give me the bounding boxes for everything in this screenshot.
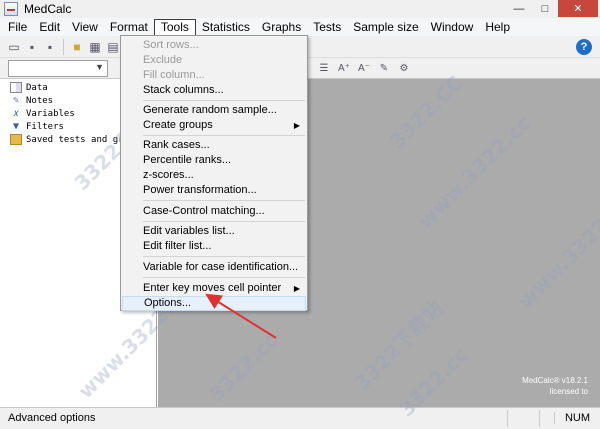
filter-icon: ▼	[12, 121, 20, 132]
window-title: MedCalc	[24, 2, 72, 16]
variable-combo[interactable]: ▼	[8, 60, 108, 77]
settings-icon[interactable]: ⚙	[396, 60, 412, 76]
submenu-arrow-icon: ▶	[293, 284, 300, 293]
menu-item-create-groups[interactable]: Create groups ▶	[122, 118, 306, 133]
menu-separator	[143, 135, 305, 136]
menu-separator	[143, 221, 305, 222]
menu-item-z-scores[interactable]: z-scores...	[122, 168, 306, 183]
table-icon[interactable]: ▤	[105, 39, 121, 55]
submenu-arrow-icon: ▶	[293, 121, 300, 130]
format-toolbar-right: ☰ A⁺ A⁻ ✎ ⚙	[316, 60, 412, 76]
menu-item-label: Enter key moves cell pointer	[143, 282, 282, 294]
tree-item-filters[interactable]: ▼ Filters	[10, 120, 64, 133]
menu-sample-size[interactable]: Sample size	[347, 19, 424, 36]
menu-item-stack-columns[interactable]: Stack columns...	[122, 83, 306, 98]
menu-tests[interactable]: Tests	[307, 19, 347, 36]
menu-graphs[interactable]: Graphs	[256, 19, 307, 36]
menu-item-sort-rows[interactable]: Sort rows...	[122, 38, 306, 53]
list-icon[interactable]: ☰	[316, 60, 332, 76]
chevron-down-icon: ▼	[95, 62, 104, 72]
title-bar: MedCalc — □ ✕	[0, 0, 600, 18]
menu-item-case-control-matching[interactable]: Case-Control matching...	[122, 204, 306, 219]
decrease-font-icon[interactable]: A⁻	[356, 60, 372, 76]
tree-item-data[interactable]: Data	[10, 81, 48, 94]
menu-item-label: Create groups	[143, 119, 213, 131]
menu-item-fill-column[interactable]: Fill column...	[122, 68, 306, 83]
tree-item-label: Variables	[26, 108, 75, 119]
menu-bar: File Edit View Format Tools Statistics G…	[0, 18, 600, 36]
menu-item-edit-filter-list[interactable]: Edit filter list...	[122, 239, 306, 254]
menu-item-variable-case-identification[interactable]: Variable for case identification...	[122, 260, 306, 275]
menu-format[interactable]: Format	[104, 19, 154, 36]
menu-item-power-transformation[interactable]: Power transformation...	[122, 183, 306, 198]
menu-separator	[143, 256, 305, 257]
toolbar-separator	[63, 38, 64, 55]
menu-item-generate-random-sample[interactable]: Generate random sample...	[122, 103, 306, 118]
menu-view[interactable]: View	[66, 19, 104, 36]
open-folder-icon[interactable]: ■	[69, 39, 85, 55]
status-text: Advanced options	[8, 412, 96, 424]
tree-item-variables[interactable]: 𝑥 Variables	[10, 107, 75, 120]
menu-statistics[interactable]: Statistics	[196, 19, 256, 36]
tree-item-notes[interactable]: ✎ Notes	[10, 94, 53, 107]
menu-item-edit-variables-list[interactable]: Edit variables list...	[122, 224, 306, 239]
save-all-icon[interactable]: ▪	[42, 39, 58, 55]
close-button[interactable]: ✕	[558, 0, 598, 17]
minimize-button[interactable]: —	[506, 0, 532, 17]
version-info: MedCalc® v18.2.1 licensed to	[522, 375, 588, 397]
menu-separator	[143, 277, 305, 278]
menu-help[interactable]: Help	[479, 19, 516, 36]
tools-menu: Sort rows... Exclude Fill column... Stac…	[120, 35, 308, 311]
license-text: licensed to	[549, 387, 588, 396]
status-separator	[507, 410, 508, 427]
tree-item-label: Filters	[26, 121, 64, 132]
new-file-icon[interactable]: ▭	[6, 39, 22, 55]
data-icon	[10, 82, 22, 93]
maximize-button[interactable]: □	[532, 0, 558, 17]
folder-icon	[10, 134, 22, 145]
menu-separator	[143, 200, 305, 201]
menu-item-options[interactable]: Options...	[122, 296, 306, 311]
menu-edit[interactable]: Edit	[33, 19, 66, 36]
version-text: MedCalc® v18.2.1	[522, 376, 588, 385]
menu-item-percentile-ranks[interactable]: Percentile ranks...	[122, 153, 306, 168]
menu-file[interactable]: File	[2, 19, 33, 36]
variables-icon: 𝑥	[13, 108, 19, 119]
help-icon[interactable]: ?	[576, 39, 592, 55]
menu-tools[interactable]: Tools	[153, 18, 196, 36]
num-lock-indicator: NUM	[553, 412, 590, 424]
menu-item-exclude[interactable]: Exclude	[122, 53, 306, 68]
tree-item-label: Data	[26, 82, 48, 93]
notes-icon: ✎	[12, 95, 20, 106]
menu-item-enter-key-moves-cell-pointer[interactable]: Enter key moves cell pointer ▶	[122, 281, 306, 296]
status-bar: Advanced options NUM	[0, 407, 600, 429]
spreadsheet-icon[interactable]: ▦	[87, 39, 103, 55]
menu-item-rank-cases[interactable]: Rank cases...	[122, 138, 306, 153]
menu-window[interactable]: Window	[425, 19, 480, 36]
medcalc-app-icon	[4, 2, 18, 16]
menu-separator	[143, 100, 305, 101]
tree-item-label: Notes	[26, 95, 54, 106]
edit-icon[interactable]: ✎	[376, 60, 392, 76]
save-icon[interactable]: ▪	[24, 39, 40, 55]
increase-font-icon[interactable]: A⁺	[336, 60, 352, 76]
status-separator	[539, 410, 540, 427]
window-controls: — □ ✕	[506, 0, 598, 17]
